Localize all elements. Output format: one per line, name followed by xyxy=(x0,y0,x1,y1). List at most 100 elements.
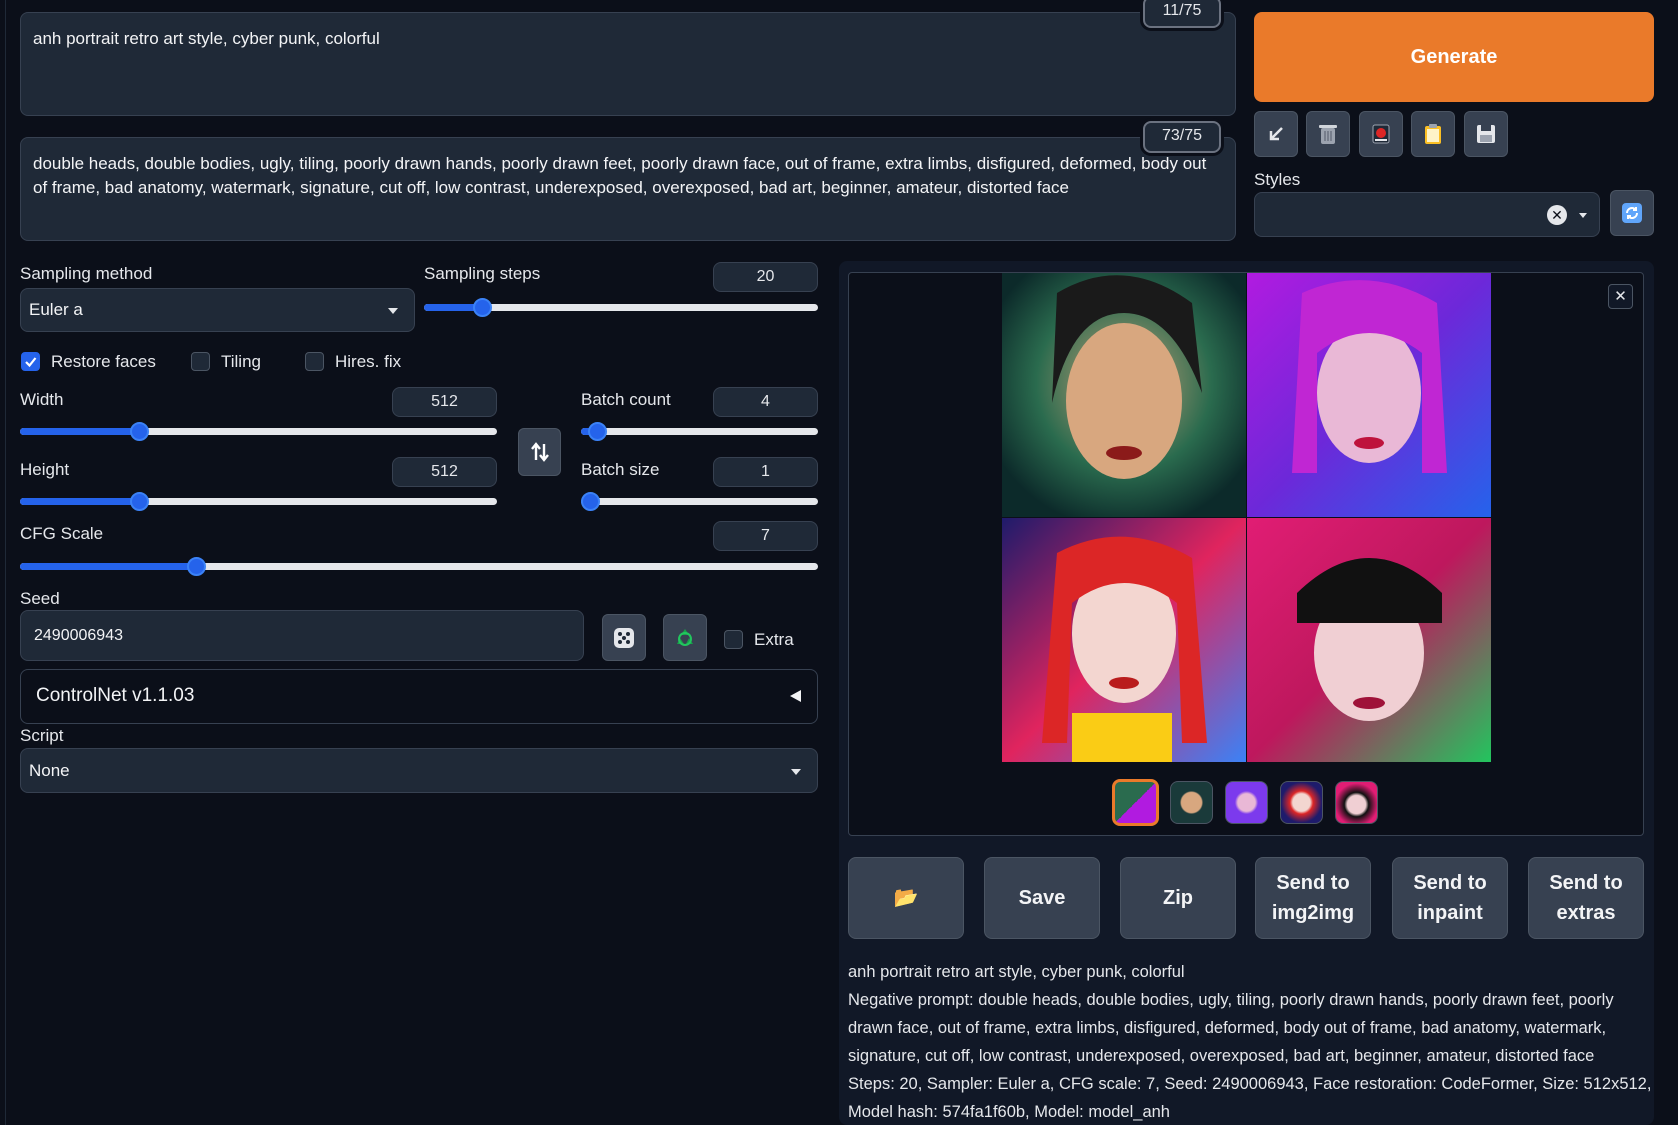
zip-button[interactable]: Zip xyxy=(1120,857,1236,939)
controlnet-accordion[interactable]: ControlNet v1.1.03 xyxy=(20,669,818,724)
extra-seed-checkbox[interactable] xyxy=(724,630,743,649)
script-dropdown[interactable]: None xyxy=(20,748,818,793)
thumbnail-image-3[interactable] xyxy=(1280,781,1323,824)
send-to-inpaint-button[interactable]: Send to inpaint xyxy=(1392,857,1508,939)
left-edge xyxy=(5,0,6,1125)
slider-thumb[interactable] xyxy=(129,422,149,441)
cfg-scale-slider[interactable] xyxy=(20,556,818,576)
negative-prompt-text: double heads, double bodies, ugly, tilin… xyxy=(33,154,1207,197)
batch-count-label: Batch count xyxy=(581,390,671,409)
trash-button[interactable] xyxy=(1306,111,1350,157)
batch-size-label: Batch size xyxy=(581,460,660,479)
generation-info-negative-line3: signature, cut off, low contrast, undere… xyxy=(848,1047,1595,1065)
thumbnail-image-1[interactable] xyxy=(1170,781,1213,824)
dice-icon xyxy=(614,627,634,648)
batch-size-slider[interactable] xyxy=(581,491,818,511)
send-to-inpaint-label-line2: inpaint xyxy=(1417,902,1483,924)
sampling-steps-input[interactable]: 20 xyxy=(713,262,818,292)
generation-info-negative-line2: drawn face, out of frame, extra limbs, d… xyxy=(848,1019,1607,1037)
send-to-inpaint-label-line1: Send to xyxy=(1413,872,1487,894)
chevron-down-icon xyxy=(388,308,398,314)
thumbnail-image-2[interactable] xyxy=(1225,781,1268,824)
width-input[interactable]: 512 xyxy=(392,387,497,417)
styles-dropdown[interactable]: ✕ xyxy=(1254,192,1600,237)
slider-thumb[interactable] xyxy=(129,492,149,511)
refresh-styles-button[interactable] xyxy=(1610,190,1654,236)
thumbnail-grid[interactable] xyxy=(1112,779,1159,826)
positive-prompt-text: anh portrait retro art style, cyber punk… xyxy=(33,29,380,48)
controlnet-title: ControlNet v1.1.03 xyxy=(36,685,195,706)
negative-token-counter: 73/75 xyxy=(1143,121,1221,153)
swap-arrows-icon xyxy=(530,442,549,462)
save-style-button[interactable] xyxy=(1464,111,1508,157)
chevron-down-icon xyxy=(791,768,801,775)
extra-seed-label: Extra xyxy=(754,630,794,649)
sampling-method-dropdown[interactable]: Euler a xyxy=(20,288,415,332)
slider-thumb[interactable] xyxy=(472,298,492,317)
close-icon[interactable]: ✕ xyxy=(1608,284,1633,309)
generated-grid-image[interactable] xyxy=(1002,273,1491,762)
script-value: None xyxy=(29,761,70,780)
open-folder-button[interactable]: 📂 xyxy=(848,857,964,939)
collapse-triangle-icon xyxy=(790,690,801,702)
script-label: Script xyxy=(20,726,64,745)
floppy-disk-icon xyxy=(1477,125,1495,143)
clear-icon[interactable]: ✕ xyxy=(1547,205,1567,225)
sampling-steps-label: Sampling steps xyxy=(424,264,541,283)
height-slider[interactable] xyxy=(20,491,497,511)
slider-thumb[interactable] xyxy=(587,422,607,441)
save-button-label: Save xyxy=(1018,887,1066,909)
tiling-label: Tiling xyxy=(221,352,261,371)
slider-track xyxy=(581,498,818,505)
trash-icon xyxy=(1319,125,1337,144)
batch-size-input[interactable]: 1 xyxy=(713,457,818,487)
generation-info-model: Model hash: 574fa1f60b, Model: model_anh xyxy=(848,1103,1170,1121)
image-gallery: ✕ xyxy=(848,272,1644,836)
height-input[interactable]: 512 xyxy=(392,457,497,487)
hires-fix-checkbox[interactable] xyxy=(305,352,324,371)
seed-label: Seed xyxy=(20,589,60,608)
clipboard-icon xyxy=(1425,124,1441,144)
send-to-img2img-label-line2: img2img xyxy=(1271,902,1355,924)
styles-label: Styles xyxy=(1254,170,1301,189)
height-label: Height xyxy=(20,460,70,479)
restore-faces-label: Restore faces xyxy=(51,352,156,371)
extra-networks-button[interactable] xyxy=(1359,111,1403,157)
apply-style-button[interactable] xyxy=(1411,111,1455,157)
slider-track xyxy=(581,428,818,435)
slider-fill xyxy=(20,428,140,435)
width-label: Width xyxy=(20,390,64,409)
zip-button-label: Zip xyxy=(1163,887,1193,909)
slider-thumb[interactable] xyxy=(581,492,600,511)
refresh-icon xyxy=(1622,203,1642,223)
generate-button[interactable]: Generate xyxy=(1254,12,1654,102)
seed-input[interactable]: 2490006943 xyxy=(20,610,584,661)
folder-icon: 📂 xyxy=(893,887,919,909)
red-card-icon xyxy=(1372,124,1390,144)
send-to-img2img-button[interactable]: Send to img2img xyxy=(1255,857,1371,939)
width-slider[interactable] xyxy=(20,421,497,441)
generation-info: anh portrait retro art style, cyber punk… xyxy=(848,958,1658,1125)
thumbnail-image-4[interactable] xyxy=(1335,781,1378,824)
slider-thumb[interactable] xyxy=(186,557,206,576)
sampling-method-label: Sampling method xyxy=(20,264,153,283)
negative-prompt-input[interactable]: double heads, double bodies, ugly, tilin… xyxy=(20,137,1236,241)
tiling-checkbox[interactable] xyxy=(191,352,210,371)
positive-prompt-input[interactable]: anh portrait retro art style, cyber punk… xyxy=(20,12,1236,116)
sampling-steps-slider[interactable] xyxy=(424,297,818,317)
batch-count-input[interactable]: 4 xyxy=(713,387,818,417)
batch-count-slider[interactable] xyxy=(581,421,818,441)
generation-info-prompt: anh portrait retro art style, cyber punk… xyxy=(848,963,1185,981)
random-seed-button[interactable] xyxy=(602,614,646,661)
send-to-img2img-label-line1: Send to xyxy=(1276,872,1350,894)
reuse-seed-button[interactable] xyxy=(663,614,707,661)
positive-token-counter: 11/75 xyxy=(1143,0,1221,28)
send-to-extras-button[interactable]: Send to extras xyxy=(1528,857,1644,939)
save-button[interactable]: Save xyxy=(984,857,1100,939)
cfg-scale-input[interactable]: 7 xyxy=(713,521,818,551)
read-params-button[interactable] xyxy=(1254,111,1298,157)
cfg-scale-label: CFG Scale xyxy=(20,524,104,543)
restore-faces-checkbox[interactable] xyxy=(21,352,40,371)
checkmark-icon xyxy=(25,357,37,368)
swap-dimensions-button[interactable] xyxy=(518,428,561,476)
